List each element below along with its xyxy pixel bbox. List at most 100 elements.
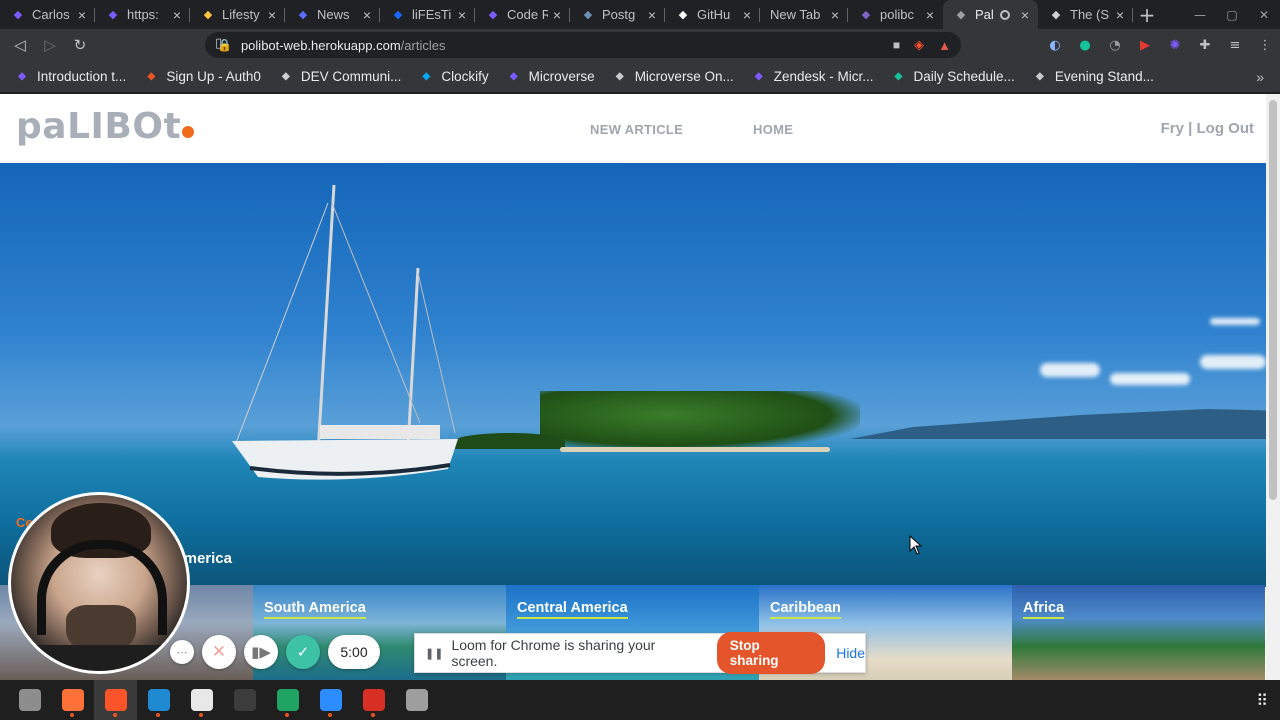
address-bar[interactable]: 🔒 polibot-web.herokuapp.com/articles ■ ◈…	[205, 32, 961, 58]
video-icon[interactable]: ▶	[1130, 38, 1160, 53]
close-window-icon[interactable]: ✕	[1248, 8, 1280, 22]
browser-tab[interactable]: ◆ GitHu ×	[665, 0, 760, 29]
menu-icon[interactable]: ⋮	[1250, 38, 1280, 53]
microverse-icon: ◆	[108, 9, 118, 21]
brave-rewards-icon[interactable]: ▲	[938, 38, 951, 53]
vscode-app[interactable]	[137, 680, 180, 720]
minimize-icon[interactable]: —	[1184, 8, 1216, 22]
browser-tab[interactable]: ◆ News ×	[285, 0, 380, 29]
bookmark-item[interactable]: ◆ Zendesk - Micr...	[751, 69, 874, 85]
back-icon[interactable]: ◁	[5, 36, 35, 54]
new-tab-button[interactable]: +	[1133, 3, 1161, 27]
browser-tab[interactable]: New Tab ×	[760, 0, 848, 29]
scrollbar-thumb[interactable]	[1269, 100, 1277, 500]
close-icon[interactable]: ×	[828, 7, 842, 23]
files-app[interactable]	[8, 680, 51, 720]
sheets-app[interactable]	[266, 680, 309, 720]
zoom-app[interactable]	[309, 680, 352, 720]
close-icon[interactable]: ×	[75, 7, 89, 23]
app-grid-icon[interactable]: ⠿	[1256, 691, 1268, 710]
site-logo[interactable]: paLIBOt	[16, 106, 195, 147]
os-taskbar: ⠿	[0, 680, 1280, 720]
close-icon[interactable]: ×	[170, 7, 184, 23]
tab-title: New Tab	[770, 7, 821, 22]
bookmark-label: Zendesk - Micr...	[773, 69, 874, 84]
hero-banner[interactable]: Ceh l America	[0, 163, 1266, 587]
window-controls: — ▢ ✕	[1184, 0, 1280, 29]
terminal-app[interactable]	[223, 680, 266, 720]
forward-icon[interactable]: ▷	[35, 36, 65, 54]
category-label[interactable]: Africa	[1023, 600, 1065, 619]
bookmark-item[interactable]: ◆ Microverse On...	[612, 69, 734, 85]
close-icon[interactable]: ×	[265, 7, 279, 23]
new-article-link[interactable]: NEW ARTICLE	[590, 122, 683, 137]
bookmark-label: Daily Schedule...	[913, 69, 1015, 84]
pause-recording-button[interactable]: ▮▶	[244, 635, 278, 669]
browser-tab[interactable]: ◆ The (S ×	[1038, 0, 1133, 29]
stop-sharing-button[interactable]: Stop sharing	[716, 632, 826, 674]
bookmark-label: Microverse	[528, 69, 595, 84]
microverse-icon: ◆	[488, 9, 498, 21]
browser-tab[interactable]: ◆ Carlos ×	[0, 0, 95, 29]
bookmark-item[interactable]: ◆ Daily Schedule...	[891, 69, 1015, 85]
category-label[interactable]: South America	[264, 600, 366, 619]
webcam-bubble[interactable]	[8, 492, 190, 674]
screenshot-app[interactable]	[352, 680, 395, 720]
url-path: /articles	[400, 37, 446, 53]
browser-tab[interactable]: ◆ liFEsTi ×	[380, 0, 475, 29]
close-icon[interactable]: ×	[740, 7, 754, 23]
category-tile[interactable]: Africa	[1012, 585, 1265, 680]
browser-tab[interactable]: ◆ Pal ×	[943, 0, 1038, 29]
finish-recording-button[interactable]: ✓	[286, 635, 320, 669]
camera-icon[interactable]: ■	[893, 38, 900, 52]
category-label[interactable]: Caribbean	[770, 600, 841, 619]
bookmark-item[interactable]: ◆ DEV Communi...	[278, 69, 401, 85]
browser-tab[interactable]: ◆ https: ×	[95, 0, 190, 29]
close-icon[interactable]: ×	[1018, 7, 1032, 23]
reload-icon[interactable]: ↻	[65, 36, 95, 54]
browser-tab[interactable]: ◆ Lifesty ×	[190, 0, 285, 29]
extension-icon[interactable]: ◐	[1040, 38, 1070, 53]
tab-title: Code R	[507, 7, 548, 22]
bookmark-item[interactable]: ◆ Evening Stand...	[1032, 69, 1154, 85]
close-icon[interactable]: ×	[455, 7, 469, 23]
slack-app[interactable]	[180, 680, 223, 720]
clockify-icon[interactable]: ◔	[1100, 38, 1130, 53]
utility-app[interactable]	[395, 680, 438, 720]
heroku-icon: ◆	[861, 9, 871, 21]
page-scrollbar[interactable]	[1266, 94, 1280, 680]
github-icon: ◆	[678, 9, 688, 21]
close-icon[interactable]: ×	[360, 7, 374, 23]
close-icon[interactable]: ×	[645, 7, 659, 23]
tab-title: GitHu	[697, 7, 731, 22]
bookmark-label: Microverse On...	[634, 69, 734, 84]
category-label[interactable]: Central America	[517, 600, 628, 619]
user-links[interactable]: Fry | Log Out	[1161, 120, 1254, 137]
close-icon[interactable]: ×	[1113, 7, 1127, 23]
more-bookmarks-icon[interactable]: »	[1256, 69, 1264, 85]
close-icon[interactable]: ×	[550, 7, 564, 23]
cancel-recording-button[interactable]: ✕	[202, 635, 236, 669]
brave-app[interactable]	[94, 680, 137, 720]
maximize-icon[interactable]: ▢	[1216, 8, 1248, 22]
browser-tab[interactable]: ◆ Code R ×	[475, 0, 570, 29]
home-link[interactable]: HOME	[753, 122, 793, 137]
browser-tab[interactable]: ◆ Postg ×	[570, 0, 665, 29]
bookmark-item[interactable]: ◆ Introduction t...	[14, 69, 126, 85]
bookmark-item[interactable]: ◆ Microverse	[506, 69, 595, 85]
grammarly-icon[interactable]: ●	[1070, 38, 1100, 53]
loom-icon[interactable]: ✺	[1160, 38, 1190, 53]
files-icon	[18, 689, 41, 711]
brave-shield-icon[interactable]: ◈	[914, 37, 924, 53]
tab-title: Carlos	[32, 7, 70, 22]
close-icon[interactable]: ×	[923, 7, 937, 23]
bookmark-icon[interactable]: ▯	[215, 36, 222, 51]
reading-list-icon[interactable]: ≡	[1220, 38, 1250, 53]
more-options-button[interactable]: ⋯	[170, 640, 194, 664]
bookmark-item[interactable]: ◆ Sign Up - Auth0	[143, 69, 260, 85]
browser-tab[interactable]: ◆ polibc ×	[848, 0, 943, 29]
firefox-app[interactable]	[51, 680, 94, 720]
bookmark-item[interactable]: ◆ Clockify	[418, 69, 489, 85]
hide-button[interactable]: Hide	[836, 645, 865, 661]
puzzle-icon[interactable]: ✚	[1190, 38, 1220, 53]
